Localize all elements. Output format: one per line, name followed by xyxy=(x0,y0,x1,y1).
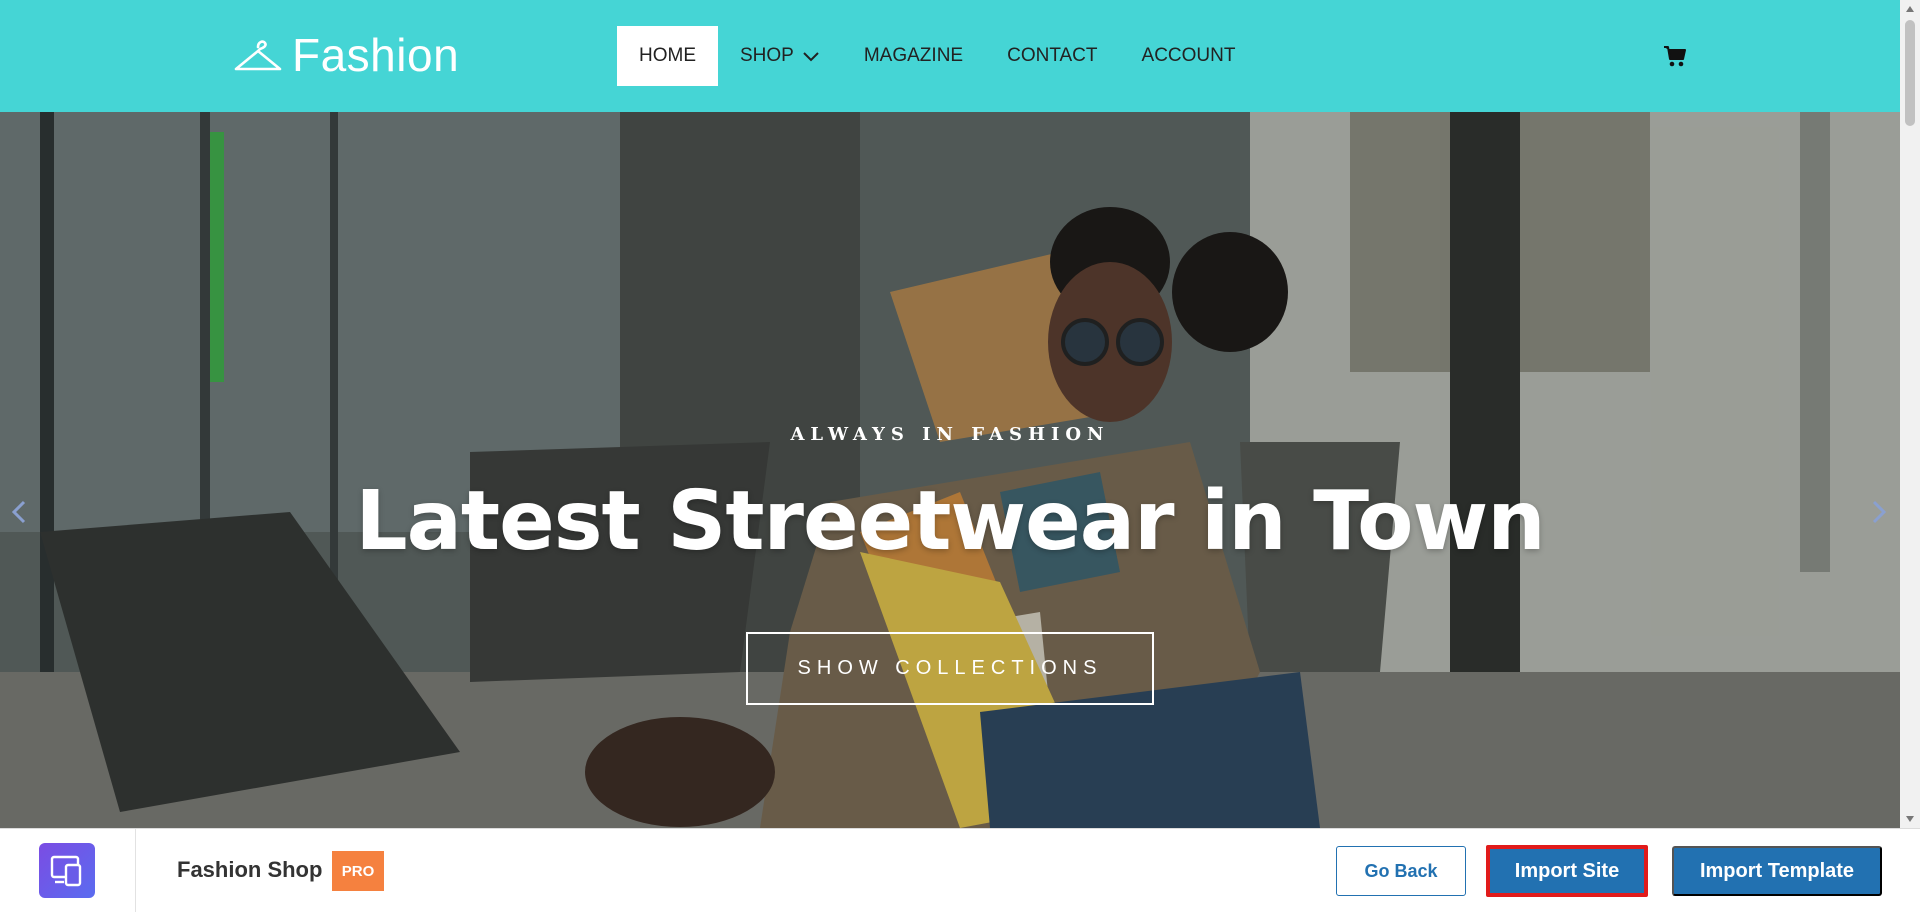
hero-kicker: ALWAYS IN FASHION xyxy=(790,424,1110,445)
nav-shop[interactable]: SHOP xyxy=(718,26,842,86)
scroll-down-arrow-icon[interactable] xyxy=(1900,810,1920,828)
hero-content: ALWAYS IN FASHION Latest Streetwear in T… xyxy=(0,112,1900,828)
nav-account-label: ACCOUNT xyxy=(1141,45,1236,66)
template-name: Fashion Shop xyxy=(177,857,323,882)
hanger-icon xyxy=(234,40,282,71)
site-header: Fashion HOME SHOP MAGAZINE CONTACT ACCOU… xyxy=(0,0,1900,112)
nav-contact[interactable]: CONTACT xyxy=(985,26,1119,86)
nav-shop-label: SHOP xyxy=(740,45,794,66)
nav-magazine-label: MAGAZINE xyxy=(863,45,964,66)
nav-home[interactable]: HOME xyxy=(617,26,718,86)
go-back-button[interactable]: Go Back xyxy=(1336,846,1466,896)
site-logo[interactable]: Fashion xyxy=(232,29,460,81)
pro-badge: PRO xyxy=(332,851,384,891)
chevron-left-icon[interactable] xyxy=(8,494,30,530)
logo-text: Fashion xyxy=(292,29,460,81)
chevron-right-icon[interactable] xyxy=(1868,494,1890,530)
responsive-devices-icon xyxy=(39,843,95,898)
nav-home-label: HOME xyxy=(639,45,696,66)
scroll-thumb[interactable] xyxy=(1905,20,1915,126)
cart-icon[interactable] xyxy=(1662,43,1688,69)
main-nav: HOME SHOP MAGAZINE CONTACT ACCOUNT xyxy=(617,26,1257,86)
show-collections-button[interactable]: SHOW COLLECTIONS xyxy=(746,632,1154,705)
scroll-up-arrow-icon[interactable] xyxy=(1900,0,1920,18)
preview-scrollbar[interactable] xyxy=(1900,0,1920,828)
nav-magazine[interactable]: MAGAZINE xyxy=(842,26,985,86)
nav-account[interactable]: ACCOUNT xyxy=(1120,26,1258,86)
show-collections-label: SHOW COLLECTIONS xyxy=(797,657,1103,679)
import-site-button[interactable]: Import Site xyxy=(1486,845,1648,897)
chevron-down-icon xyxy=(803,52,819,62)
hero-title: Latest Streetwear in Town xyxy=(355,474,1545,569)
import-template-button[interactable]: Import Template xyxy=(1672,846,1882,896)
nav-contact-label: CONTACT xyxy=(1007,45,1098,66)
import-bar: Fashion Shop PRO Go Back Import Site Imp… xyxy=(0,828,1920,912)
template-icon-area xyxy=(0,829,136,912)
hero-slider: ALWAYS IN FASHION Latest Streetwear in T… xyxy=(0,112,1900,828)
